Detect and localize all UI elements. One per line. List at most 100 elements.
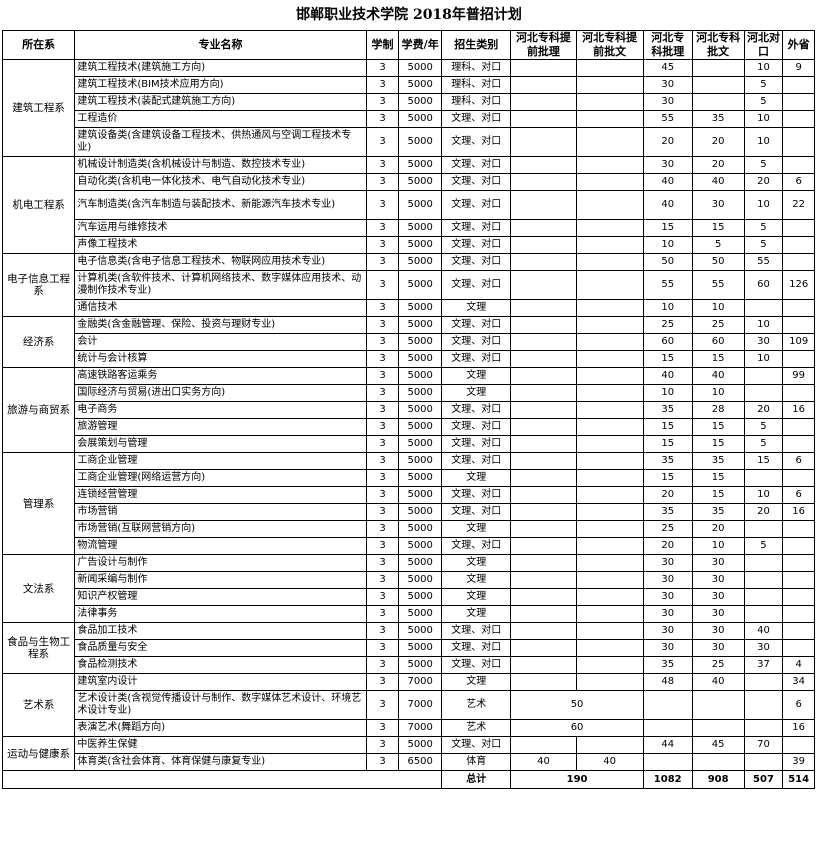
li-cell: 20 xyxy=(642,127,693,157)
early-wen-cell xyxy=(575,173,644,191)
dept-name: 机电工程系 xyxy=(1,156,76,254)
fee-cell: 5000 xyxy=(398,401,443,419)
table-row: 物流管理 3 5000 文理、对口 20 10 5 xyxy=(3,537,815,555)
waisheng-cell xyxy=(782,605,815,623)
fee-cell: 5000 xyxy=(398,384,443,402)
category-cell: 文理、对口 xyxy=(441,270,512,300)
duikou-cell: 55 xyxy=(743,253,784,271)
category-cell: 文理 xyxy=(441,469,512,487)
wen-cell: 15 xyxy=(691,418,745,436)
total-label: 总计 xyxy=(441,770,512,789)
years-cell: 3 xyxy=(365,236,400,254)
years-cell: 3 xyxy=(365,736,400,754)
table-row: 汽车制造类(含汽车制造与装配技术、新能源汽车技术专业) 3 5000 文理、对口 40 3… xyxy=(3,190,815,220)
early-li-cell xyxy=(510,486,577,504)
li-cell: 35 xyxy=(642,503,693,521)
waisheng-cell xyxy=(782,253,815,271)
early-wen-cell xyxy=(575,93,644,111)
fee-cell: 6500 xyxy=(398,753,443,771)
early-li-cell xyxy=(510,76,577,94)
early-wen-cell xyxy=(575,736,644,754)
category-cell: 文理 xyxy=(441,588,512,606)
duikou-cell: 5 xyxy=(743,219,784,237)
early-li-cell xyxy=(510,173,577,191)
table-row: 会展策划与管理 3 5000 文理、对口 15 15 5 xyxy=(3,435,815,453)
major-name: 汽车运用与维修技术 xyxy=(74,219,367,237)
duikou-cell: 10 xyxy=(743,127,784,157)
waisheng-cell: 34 xyxy=(782,673,815,691)
major-name: 通信技术 xyxy=(74,299,367,317)
fee-cell: 5000 xyxy=(398,127,443,157)
category-cell: 文理、对口 xyxy=(441,736,512,754)
waisheng-cell: 109 xyxy=(782,333,815,351)
years-cell: 3 xyxy=(365,127,400,157)
waisheng-cell xyxy=(782,110,815,128)
table-row: 连锁经营管理 3 5000 文理、对口 20 15 10 6 xyxy=(3,486,815,504)
years-cell: 3 xyxy=(365,690,400,720)
waisheng-cell xyxy=(782,537,815,555)
category-cell: 文理、对口 xyxy=(441,350,512,368)
total-wen: 908 xyxy=(691,770,745,789)
early-li-cell xyxy=(510,384,577,402)
early-li-cell xyxy=(510,503,577,521)
table-row: 建筑工程系 建筑工程技术(建筑施工方向) 3 5000 理科、对口 45 10 9 xyxy=(1,59,815,157)
major-name: 高速铁路客运乘务 xyxy=(74,367,367,385)
years-cell: 3 xyxy=(365,93,400,111)
duikou-cell xyxy=(743,588,784,606)
wen-cell: 40 xyxy=(691,367,745,385)
dept-name: 旅游与商贸系 xyxy=(1,367,76,453)
table-row: 食品检测技术 3 5000 文理、对口 35 25 37 4 xyxy=(3,656,815,674)
duikou-cell xyxy=(743,520,784,538)
wen-cell: 28 xyxy=(691,401,745,419)
early-li-cell xyxy=(510,299,577,317)
dept-name: 运动与健康系 xyxy=(1,736,76,771)
major-name: 声像工程技术 xyxy=(74,236,367,254)
years-cell: 3 xyxy=(365,219,400,237)
header-early-li: 河北专科提前批理 xyxy=(510,30,577,60)
category-cell: 文理 xyxy=(441,554,512,572)
duikou-cell xyxy=(743,753,784,771)
major-name: 物流管理 xyxy=(74,537,367,555)
early-li-cell xyxy=(510,333,577,351)
dept-name: 建筑工程系 xyxy=(1,59,76,157)
category-cell: 文理、对口 xyxy=(441,537,512,555)
fee-cell: 5000 xyxy=(398,253,443,271)
table-row: 建筑工程技术(BIM技术应用方向) 3 5000 理科、对口 30 5 xyxy=(3,76,815,94)
table-row: 旅游与商贸系 高速铁路客运乘务 3 5000 文理 40 40 99 xyxy=(1,367,815,453)
wen-cell: 25 xyxy=(691,316,745,334)
major-name: 广告设计与制作 xyxy=(74,554,367,572)
major-name: 法律事务 xyxy=(74,605,367,623)
category-cell: 文理、对口 xyxy=(441,435,512,453)
early-li-cell xyxy=(510,219,577,237)
wen-cell: 20 xyxy=(691,127,745,157)
table-row: 食品与生物工程系 食品加工技术 3 5000 文理、对口 30 30 40 xyxy=(1,622,815,674)
major-name: 工商企业管理 xyxy=(74,452,367,470)
major-name: 食品质量与安全 xyxy=(74,639,367,657)
years-cell: 3 xyxy=(365,401,400,419)
total-early: 190 xyxy=(510,770,644,789)
early-wen-cell xyxy=(575,452,644,470)
duikou-cell: 37 xyxy=(743,656,784,674)
category-cell: 文理 xyxy=(441,605,512,623)
early-li-cell xyxy=(510,673,577,691)
category-cell: 文理、对口 xyxy=(441,656,512,674)
early-li-cell xyxy=(510,418,577,436)
duikou-cell xyxy=(743,469,784,487)
duikou-cell: 10 xyxy=(743,59,784,77)
table-row: 文法系 广告设计与制作 3 5000 文理 30 30 xyxy=(1,554,815,623)
major-name: 市场营销(互联网营销方向) xyxy=(74,520,367,538)
table-row: 工商企业管理(网络运营方向) 3 5000 文理 15 15 xyxy=(3,469,815,487)
years-cell: 3 xyxy=(365,719,400,737)
wen-cell: 30 xyxy=(691,190,745,220)
early-merged-cell: 60 xyxy=(510,719,644,737)
table-row: 声像工程技术 3 5000 文理、对口 10 5 5 xyxy=(3,236,815,254)
wen-cell xyxy=(691,93,745,111)
li-cell: 30 xyxy=(642,554,693,572)
waisheng-cell xyxy=(782,571,815,589)
fee-cell: 5000 xyxy=(398,59,443,77)
fee-cell: 7000 xyxy=(398,673,443,691)
li-cell: 50 xyxy=(642,253,693,271)
table-row: 市场营销 3 5000 文理、对口 35 35 20 16 xyxy=(3,503,815,521)
table-row: 机电工程系 机械设计制造类(含机械设计与制造、数控技术专业) 3 5000 文理、对口 3… xyxy=(1,156,815,254)
wen-cell: 10 xyxy=(691,384,745,402)
